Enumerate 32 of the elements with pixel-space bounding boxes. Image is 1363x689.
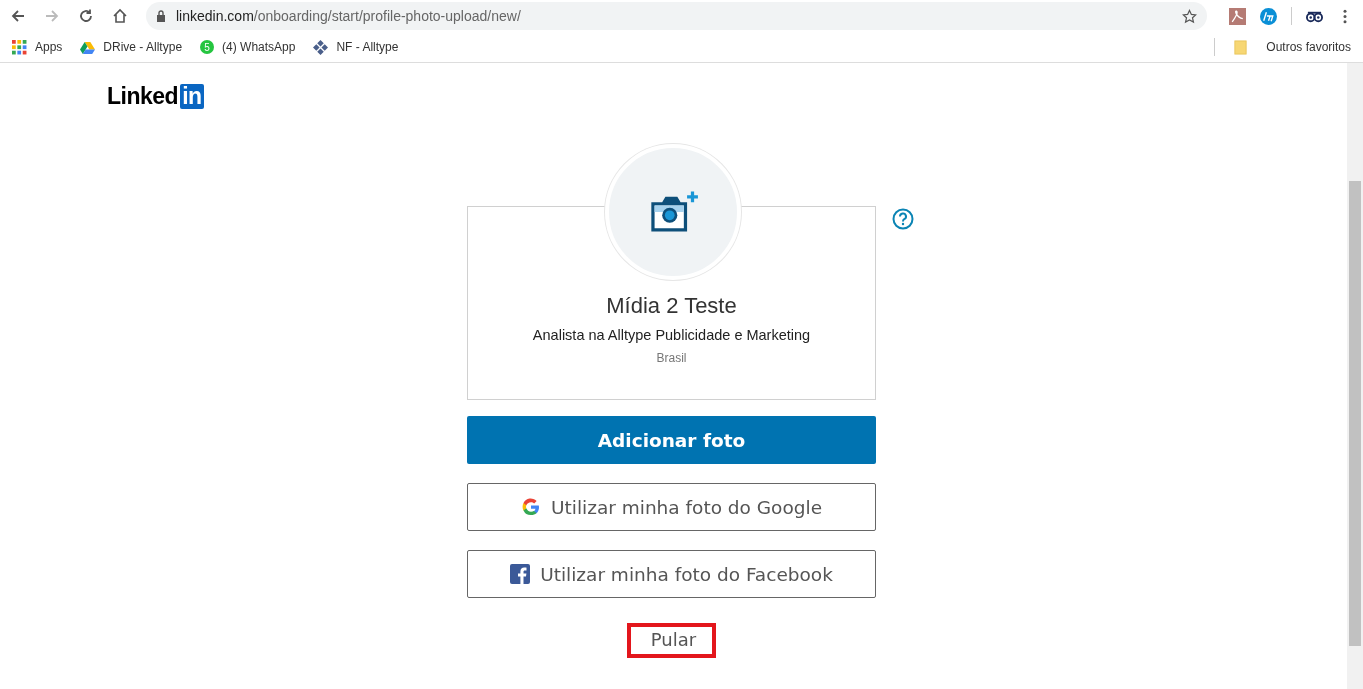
diamond-grid-icon bbox=[313, 39, 329, 55]
hp-extension-icon[interactable] bbox=[1260, 7, 1277, 25]
add-photo-button[interactable]: Adicionar foto bbox=[467, 416, 876, 464]
home-icon[interactable] bbox=[112, 8, 128, 24]
lock-icon bbox=[156, 10, 166, 22]
bookmark-link[interactable]: Apps bbox=[35, 40, 63, 54]
url-text: linkedin.com/onboarding/start/profile-photo-upload/new/ bbox=[176, 8, 522, 24]
reload-icon[interactable] bbox=[78, 8, 94, 24]
apps-grid-icon bbox=[12, 39, 27, 55]
address-bar[interactable]: linkedin.com/onboarding/start/profile-photo-upload/new/ bbox=[146, 2, 1207, 30]
drive-icon bbox=[80, 39, 96, 55]
google-icon bbox=[520, 497, 541, 517]
help-icon[interactable] bbox=[892, 208, 914, 230]
google-photo-button[interactable]: Utilizar minha foto do Google bbox=[467, 483, 876, 531]
whatsapp-badge: 5 bbox=[200, 40, 215, 54]
skip-button[interactable]: Pular bbox=[626, 623, 717, 658]
star-icon[interactable] bbox=[1182, 8, 1197, 24]
folder-icon bbox=[1233, 39, 1249, 55]
facebook-icon bbox=[510, 564, 531, 584]
bookmark-link[interactable]: NF - Alltype bbox=[336, 40, 399, 54]
profile-headline: Analista na Alltype Publicidade e Marketing bbox=[532, 327, 811, 343]
menu-icon[interactable] bbox=[1343, 8, 1347, 24]
bookmark-link[interactable]: (4) WhatsApp bbox=[222, 40, 296, 54]
profile-location: Brasil bbox=[656, 351, 687, 365]
profile-name: Mídia 2 Teste bbox=[606, 293, 737, 319]
pdf-extension-icon[interactable] bbox=[1229, 7, 1246, 25]
other-bookmarks-link[interactable]: Outros favoritos bbox=[1266, 40, 1351, 54]
scrollbar-thumb[interactable] bbox=[1349, 181, 1361, 646]
facebook-photo-button[interactable]: Utilizar minha foto do Facebook bbox=[467, 550, 876, 598]
back-icon[interactable] bbox=[10, 8, 26, 24]
linkedin-logo[interactable]: Linked in bbox=[107, 83, 204, 110]
bookmark-link[interactable]: DRive - Alltype bbox=[103, 40, 183, 54]
